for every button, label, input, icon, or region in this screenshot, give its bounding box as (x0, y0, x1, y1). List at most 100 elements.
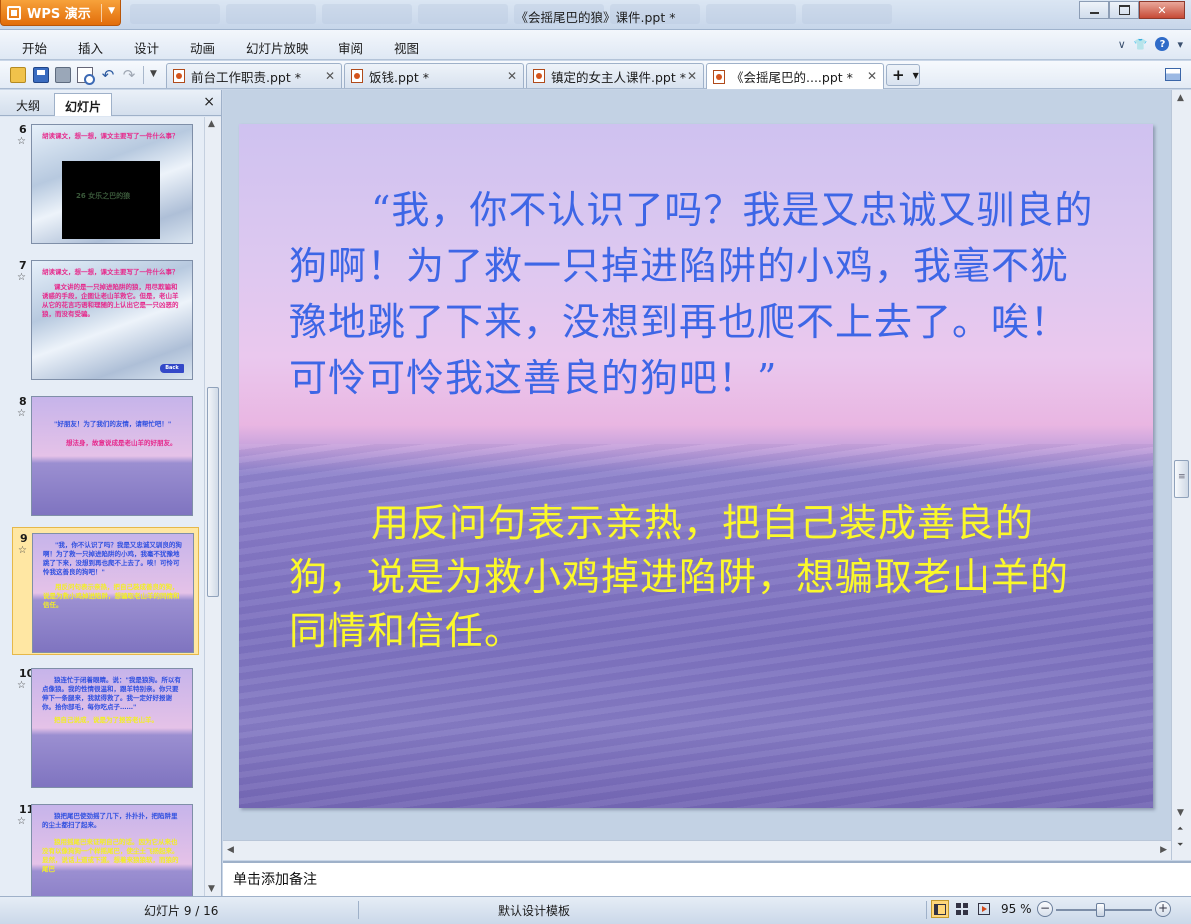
quick-access-toolbar: ↶ ↷ ▼ 前台工作职责.ppt * ✕ 饭钱.ppt * ✕ 镇定的女主人课件… (0, 61, 1191, 89)
animation-star-icon: ☆ (17, 136, 26, 147)
menu-bar: 开始 插入 设计 动画 幻灯片放映 审阅 视图 ∨ 👕 ? ▾ (0, 30, 1191, 60)
animation-star-icon: ☆ (18, 545, 27, 556)
slides-panel: 大纲 幻灯片 × 6 ☆ 胡读课文，想一想，课文主要写了一件什么事？ 26 女乐… (0, 90, 222, 896)
thumbnail-preview: "好朋友！为了我们的友情，请帮忙吧！" 想法身，故意说成是老山羊的好朋友。 (31, 396, 193, 516)
skin-shirt-icon[interactable]: 👕 (1134, 38, 1148, 51)
slide-editing-area: “我，你不认识了吗？我是又忠诚又驯良的狗啊！为了救一只掉进陷阱的小鸡，我毫不犹豫… (223, 90, 1171, 840)
menu-design[interactable]: 设计 (134, 38, 159, 57)
slide-thumbnail-10[interactable]: 10 ☆ 狼连忙于闭着眼睛。说："我是狼狗。所以有点像狼。我的性情很温和，跟羊特… (12, 663, 199, 791)
slide-thumbnail-6[interactable]: 6 ☆ 胡读课文，想一想，课文主要写了一件什么事？ 26 女乐之巴的狼 (12, 119, 199, 247)
menu-review[interactable]: 审阅 (338, 38, 363, 57)
horizontal-scrollbar[interactable]: ◀ ▶ (223, 840, 1171, 860)
minimize-button[interactable] (1079, 1, 1109, 19)
print-preview-icon[interactable] (77, 67, 95, 85)
design-template-name: 默认设计模板 (498, 904, 571, 918)
video-placeholder: 26 女乐之巴的狼 (62, 161, 160, 239)
slide-thumbnail-9-selected[interactable]: 9 ☆ "我，你不认识了吗？我是又忠诚又驯良的狗啊！为了救一只掉进陷阱的小鸡，我… (12, 527, 199, 655)
thumbnail-preview: 狼把尾巴使劲摇了几下，扑扑扑，把陷阱里的尘土都扫了起来。 狼用摇尾巴来证明自己的… (31, 804, 193, 896)
help-icon[interactable]: ? (1155, 37, 1170, 51)
back-button: Back (160, 364, 184, 373)
ppt-file-icon (173, 69, 185, 83)
animation-star-icon: ☆ (17, 408, 26, 419)
scrollbar-thumb[interactable] (207, 387, 219, 597)
current-slide[interactable]: “我，你不认识了吗？我是又忠诚又驯良的狗啊！为了救一只掉进陷阱的小鸡，我毫不犹豫… (239, 124, 1153, 808)
slide-counter: 幻灯片 9 / 16 (144, 904, 219, 918)
thumbnail-preview: 胡读课文，想一想，课文主要写了一件什么事？ 课文讲的是一只掉进陷阱的狼，用尽欺骗… (31, 260, 193, 380)
doc-tab-label: 《会摇尾巴的....ppt * (731, 70, 853, 85)
thumbnail-preview: 胡读课文，想一想，课文主要写了一件什么事？ 26 女乐之巴的狼 (31, 124, 193, 244)
doc-tab-label: 饭钱.ppt * (369, 69, 429, 85)
close-window-button[interactable]: ✕ (1139, 1, 1185, 19)
scroll-up-icon[interactable]: ▲ (1177, 93, 1184, 103)
doc-tab-label: 前台工作职责.ppt * (191, 69, 301, 85)
redo-icon[interactable]: ↷ (121, 67, 137, 83)
title-bar: WPS 演示 ▼ 《会摇尾巴的狼》课件.ppt * ✕ (0, 0, 1191, 30)
open-folder-icon[interactable] (10, 67, 26, 83)
close-tab-icon[interactable]: ✕ (507, 69, 517, 83)
doc-tab-4-active[interactable]: 《会摇尾巴的....ppt * ✕ (706, 63, 884, 89)
zoom-slider-knob[interactable] (1096, 903, 1105, 917)
save-icon[interactable] (33, 67, 49, 83)
status-bar: 幻灯片 9 / 16 默认设计模板 95 % − + (0, 896, 1191, 924)
normal-view-button[interactable] (931, 900, 949, 918)
menu-slideshow[interactable]: 幻灯片放映 (246, 38, 309, 57)
tab-slides[interactable]: 幻灯片 (54, 93, 113, 116)
thumbnail-preview: "我，你不认识了吗？我是又忠诚又驯良的狗啊！为了救一只掉进陷阱的小鸡，我毫不犹豫… (32, 533, 194, 653)
menu-view[interactable]: 视图 (394, 38, 419, 57)
close-tab-icon[interactable]: ✕ (867, 69, 877, 83)
maximize-button[interactable] (1109, 1, 1139, 19)
new-tab-button[interactable]: + ▼ (886, 64, 920, 86)
next-slide-icon[interactable]: ⏷ (1177, 840, 1183, 850)
menu-animation[interactable]: 动画 (190, 38, 215, 57)
zoom-out-button[interactable]: − (1037, 901, 1053, 917)
close-tab-icon[interactable]: ✕ (687, 69, 697, 83)
thumbnail-preview: 狼连忙于闭着眼睛。说："我是狼狗。所以有点像狼。我的性情很温和，跟羊特别亲。你只… (31, 668, 193, 788)
doc-tab-1[interactable]: 前台工作职责.ppt * ✕ (166, 63, 342, 88)
help-dropdown-icon[interactable]: ▾ (1177, 38, 1183, 51)
ppt-file-icon (533, 69, 545, 83)
slide-quote-text[interactable]: “我，你不认识了吗？我是又忠诚又驯良的狗啊！为了救一只掉进陷阱的小鸡，我毫不犹豫… (289, 182, 1097, 406)
slideshow-button[interactable] (975, 900, 993, 918)
scroll-down-icon[interactable]: ▼ (208, 884, 215, 894)
slide-thumbnail-7[interactable]: 7 ☆ 胡读课文，想一想，课文主要写了一件什么事？ 课文讲的是一只掉进陷阱的狼，… (12, 255, 199, 383)
slide-thumbnail-8[interactable]: 8 ☆ "好朋友！为了我们的友情，请帮忙吧！" 想法身，故意说成是老山羊的好朋友… (12, 391, 199, 519)
customize-toolbar-icon[interactable]: ▼ (150, 69, 157, 79)
animation-star-icon: ☆ (17, 680, 26, 691)
notes-pane[interactable]: 单击添加备注 (223, 861, 1191, 896)
window-controls: ✕ (1079, 1, 1185, 19)
zoom-in-button[interactable]: + (1155, 901, 1171, 917)
notes-placeholder: 单击添加备注 (233, 872, 317, 888)
ppt-file-icon (351, 69, 363, 83)
close-tab-icon[interactable]: ✕ (325, 69, 335, 83)
slide-sorter-button[interactable] (953, 900, 971, 918)
window-layout-icon[interactable] (1165, 68, 1181, 81)
slide-sorter-icon (956, 903, 968, 915)
ppt-file-icon (713, 69, 725, 84)
undo-icon[interactable]: ↶ (100, 67, 116, 83)
slide-thumbnail-list: 6 ☆ 胡读课文，想一想，课文主要写了一件什么事？ 26 女乐之巴的狼 7 ☆ … (0, 117, 204, 896)
chevron-down-icon[interactable]: ∨ (1118, 38, 1126, 51)
print-icon[interactable] (55, 67, 71, 83)
slideshow-icon (978, 903, 990, 915)
menu-home[interactable]: 开始 (22, 38, 47, 57)
scrollbar-thumb[interactable] (1174, 460, 1189, 498)
zoom-level: 95 % (1001, 902, 1032, 916)
normal-view-icon (934, 903, 946, 915)
tab-outline[interactable]: 大纲 (6, 93, 50, 116)
menu-insert[interactable]: 插入 (78, 38, 103, 57)
scroll-right-icon[interactable]: ▶ (1160, 845, 1167, 855)
scroll-up-icon[interactable]: ▲ (208, 119, 215, 129)
scroll-down-icon[interactable]: ▼ (1177, 808, 1184, 818)
window-title: 《会摇尾巴的狼》课件.ppt * (515, 10, 676, 25)
vertical-scrollbar[interactable]: ▲ ▼ ⏶ ⏷ (1171, 90, 1191, 860)
slide-analysis-text[interactable]: 用反问句表示亲热，把自己装成善良的狗，说是为救小鸡掉进陷阱，想骗取老山羊的同情和… (289, 496, 1079, 658)
thumbnail-scrollbar[interactable]: ▲ ▼ (204, 117, 221, 896)
doc-tab-3[interactable]: 镇定的女主人课件.ppt * ✕ (526, 63, 704, 88)
animation-star-icon: ☆ (17, 272, 26, 283)
previous-slide-icon[interactable]: ⏶ (1177, 824, 1183, 834)
close-panel-icon[interactable]: × (203, 94, 215, 110)
slide-thumbnail-11[interactable]: 11 ☆ 狼把尾巴使劲摇了几下，扑扑扑，把陷阱里的尘土都扫了起来。 狼用摇尾巴来… (12, 799, 199, 896)
scroll-left-icon[interactable]: ◀ (227, 845, 234, 855)
doc-tab-2[interactable]: 饭钱.ppt * ✕ (344, 63, 524, 88)
animation-star-icon: ☆ (17, 816, 26, 827)
